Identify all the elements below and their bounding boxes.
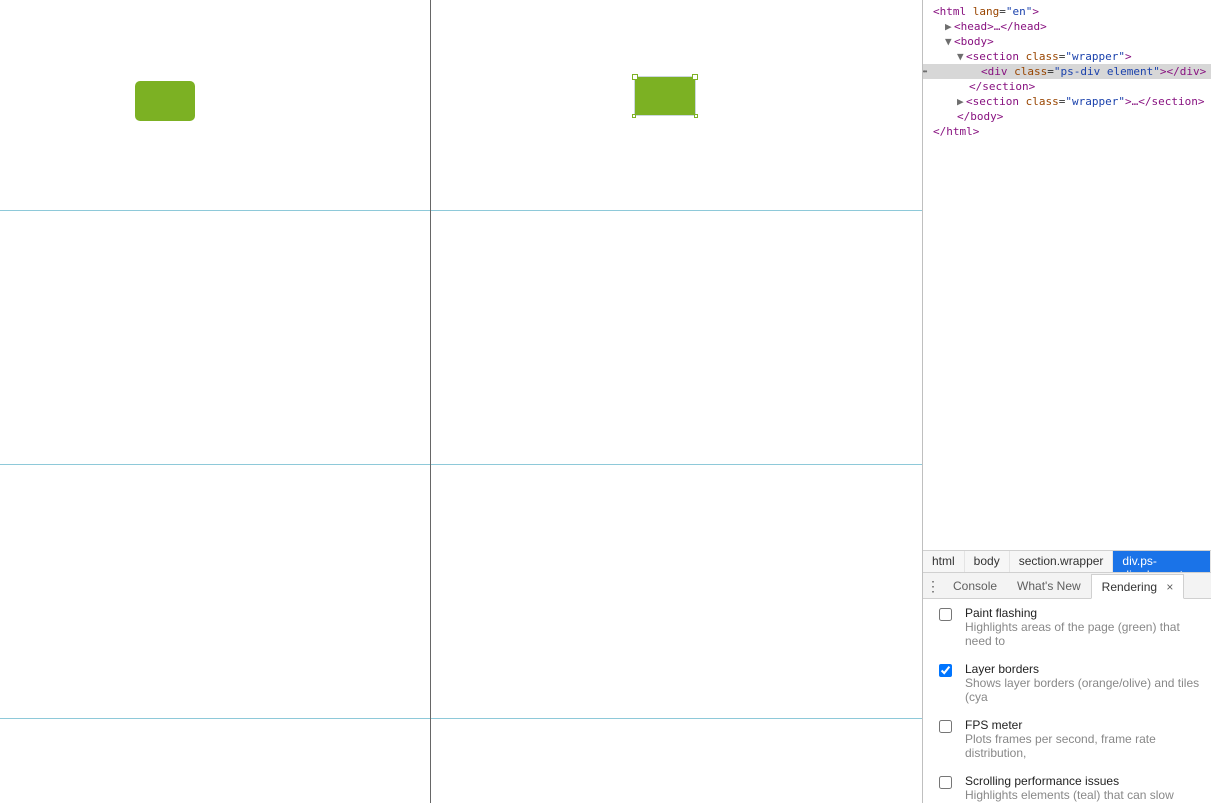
breadcrumb-item[interactable]: html [923, 551, 965, 572]
expand-icon[interactable]: ▶ [957, 94, 966, 109]
tile-guide [0, 718, 922, 719]
tab-whats-new[interactable]: What's New [1007, 574, 1091, 597]
breadcrumb-item-selected[interactable]: div.ps-div.element [1113, 551, 1211, 572]
tab-rendering[interactable]: Rendering × [1091, 574, 1185, 599]
dom-node-selected[interactable]: <div class="ps-div element"></div> = [923, 64, 1211, 79]
elements-breadcrumb: html body section.wrapper div.ps-div.ele… [923, 550, 1211, 572]
elements-dom-tree[interactable]: <html lang="en"> ▶<head>…</head> ▼<body>… [923, 0, 1211, 550]
option-layer-borders[interactable]: Layer borders Shows layer borders (orang… [923, 655, 1211, 711]
dom-node[interactable]: </html> [923, 124, 1211, 139]
close-icon[interactable]: × [1166, 580, 1173, 594]
more-icon[interactable]: ⋮ [923, 579, 943, 593]
dom-node[interactable]: <html lang="en"> [923, 4, 1211, 19]
tile-guide [0, 210, 922, 211]
tile-guide [0, 464, 922, 465]
breadcrumb-item[interactable]: body [965, 551, 1010, 572]
dom-node[interactable]: </body> [923, 109, 1211, 124]
checkbox[interactable] [939, 776, 952, 789]
option-scrolling-perf[interactable]: Scrolling performance issues Highlights … [923, 767, 1211, 803]
collapse-icon[interactable]: ▼ [957, 49, 966, 64]
checkbox[interactable] [939, 664, 952, 677]
checkbox[interactable] [939, 608, 952, 621]
dom-node[interactable]: ▼<body> [923, 34, 1211, 49]
option-fps-meter[interactable]: FPS meter Plots frames per second, frame… [923, 711, 1211, 767]
rendering-panel: Paint flashing Highlights areas of the p… [923, 599, 1211, 803]
collapse-icon[interactable]: ▼ [945, 34, 954, 49]
breadcrumb-item[interactable]: section.wrapper [1010, 551, 1114, 572]
devtools-panel: <html lang="en"> ▶<head>…</head> ▼<body>… [922, 0, 1211, 803]
dom-node[interactable]: ▼<section class="wrapper"> [923, 49, 1211, 64]
tile-guide [430, 0, 431, 803]
page-preview[interactable] [0, 0, 922, 803]
checkbox[interactable] [939, 720, 952, 733]
preview-element-selected[interactable] [635, 77, 695, 115]
expand-icon[interactable]: ▶ [945, 19, 954, 34]
option-paint-flashing[interactable]: Paint flashing Highlights areas of the p… [923, 599, 1211, 655]
dom-node[interactable]: ▶<section class="wrapper">…</section> [923, 94, 1211, 109]
dom-node[interactable]: </section> [923, 79, 1211, 94]
tab-console[interactable]: Console [943, 574, 1007, 597]
dom-node[interactable]: ▶<head>…</head> [923, 19, 1211, 34]
drawer-tabbar: ⋮ Console What's New Rendering × [923, 572, 1211, 599]
preview-element[interactable] [135, 81, 195, 121]
